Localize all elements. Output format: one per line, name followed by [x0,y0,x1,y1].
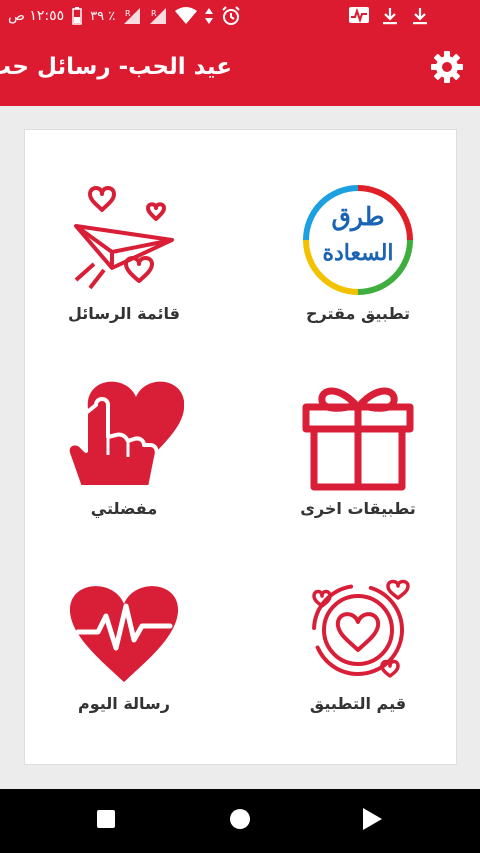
suggested-app-tile[interactable]: طرق السعادة تطبيق مقترح [278,180,438,355]
circle-icon [229,808,251,834]
page-title: عيد الحب- رسائل حب [0,54,232,80]
logo-text-line2: السعادة [322,240,394,266]
svg-text:R: R [125,9,131,18]
back-button[interactable] [354,803,390,839]
home-button[interactable] [222,803,258,839]
tile-label: تطبيقات اخرى [300,499,416,518]
favorites-tile[interactable]: مفضلتي [44,375,204,550]
messages-list-tile[interactable]: قائمة الرسائل [44,180,204,355]
tile-label: قيم التطبيق [309,694,407,713]
signal-icon: R [123,7,141,25]
tile-label: تطبيق مقترح [305,304,411,323]
play-triangle-icon [361,807,383,835]
app-bar: ١٢:٥٥ ص ٣٩ ٪ R R عيد الحب- رسائل حب [0,0,480,106]
battery-percent: ٣٩ ٪ [90,8,116,24]
status-system: ١٢:٥٥ ص ٣٩ ٪ R R [8,4,241,28]
todays-message-tile[interactable]: رسالة اليوم [44,570,204,745]
download-icon [380,6,400,30]
heart-circle-icon [298,570,418,690]
heart-finger-icon [64,375,185,495]
gift-box-icon [298,375,418,495]
battery-icon [72,7,82,25]
status-notifications [348,6,430,30]
svg-text:R: R [151,9,157,18]
download-icon [410,6,430,30]
square-icon [96,809,116,833]
tile-label: رسالة اليوم [77,694,170,713]
settings-button[interactable] [426,48,468,90]
other-apps-tile[interactable]: تطبيقات اخرى [278,375,438,550]
heartbeat-icon [64,570,184,690]
wifi-icon [175,7,198,25]
rate-app-tile[interactable]: قيم التطبيق [278,570,438,745]
paper-plane-hearts-icon [64,180,184,300]
status-bar: ١٢:٥٥ ص ٣٩ ٪ R R [0,0,480,32]
tile-label: قائمة الرسائل [68,304,180,323]
status-time: ١٢:٥٥ ص [8,8,65,24]
system-nav-bar [0,789,480,853]
recents-button[interactable] [88,803,124,839]
activity-icon [348,6,370,30]
signal-icon: R [149,7,167,25]
menu-card: طرق السعادة تطبيق مقترح قائمة الرسائل تط… [24,129,457,765]
tile-label: مفضلتي [90,499,158,518]
gear-icon [429,49,465,89]
turuq-alsaada-logo: طرق السعادة [298,180,418,300]
logo-text-line1: طرق [331,202,385,231]
data-arrows-icon [205,8,214,24]
alarm-icon [221,6,241,26]
